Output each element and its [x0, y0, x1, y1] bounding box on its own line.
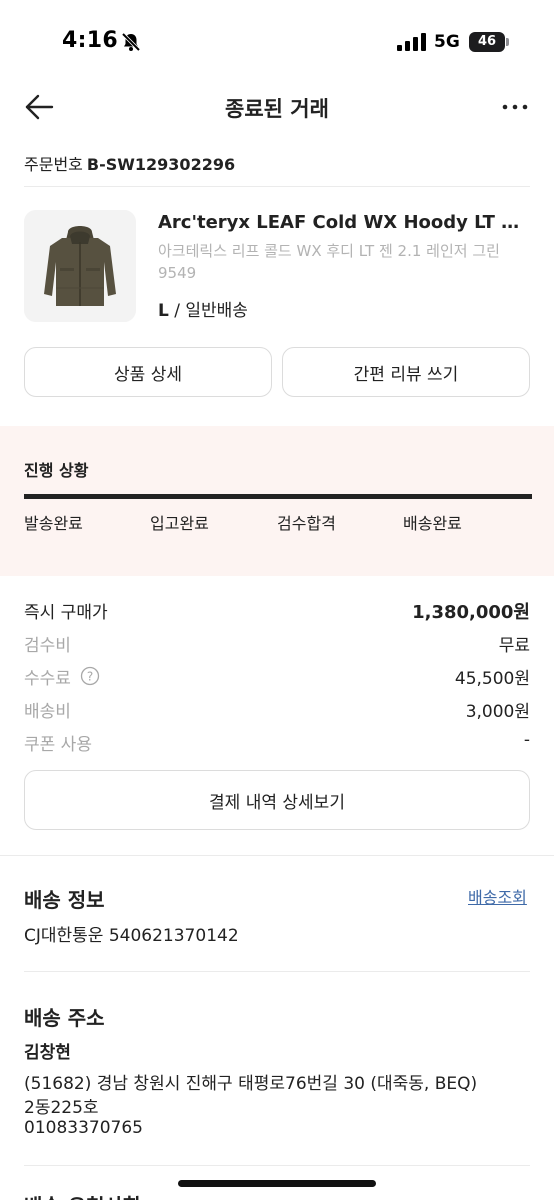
option-separator: / [168, 301, 186, 321]
price-value: 무료 [498, 636, 530, 656]
price-value: 3,000원 [465, 702, 530, 722]
svg-text:?: ? [87, 670, 93, 684]
price-label: 쿠폰 사용 [24, 735, 92, 755]
progress-bar [24, 494, 532, 499]
progress-step: 입고완료 [150, 514, 209, 533]
product-name-korean: 아크테릭스 리프 콜드 WX 후디 LT 젠 2.1 레인저 그린 [158, 242, 500, 260]
order-number-label: 주문번호 [24, 155, 83, 174]
product-detail-button[interactable]: 상품 상세 [24, 347, 272, 397]
price-value: 1,380,000원 [412, 602, 530, 623]
track-shipment-link[interactable]: 배송조회 [468, 884, 527, 908]
home-indicator[interactable] [178, 1180, 376, 1187]
payment-detail-button[interactable]: 결제 내역 상세보기 [24, 770, 530, 830]
price-label: 검수비 [24, 636, 71, 656]
product-name[interactable]: Arc'teryx LEAF Cold WX Hoody LT Gen 2.1 … [158, 212, 533, 233]
progress-section: 진행 상황 발송완료 입고완료 검수합격 배송완료 [0, 426, 554, 576]
price-row-commission: 수수료 ? 45,500원 [24, 664, 530, 689]
shipping-type: 일반배송 [185, 301, 248, 321]
top-nav: 종료된 거래 [0, 84, 554, 130]
question-circle-icon[interactable]: ? [80, 666, 100, 686]
status-bar: 4:16 5G 46 [0, 0, 554, 84]
progress-step: 발송완료 [24, 514, 83, 533]
product-code: 9549 [158, 264, 197, 282]
address-line-2: 2동225호 [24, 1098, 99, 1118]
next-section-title: 배송 요청사항 [24, 1190, 141, 1200]
divider [24, 971, 530, 972]
write-review-button[interactable]: 간편 리뷰 쓰기 [282, 347, 530, 397]
recipient-phone: 01083370765 [24, 1118, 143, 1138]
price-row-inspection-fee: 검수비 무료 [24, 631, 530, 656]
recipient-name: 김창현 [24, 1043, 71, 1063]
divider [0, 855, 554, 856]
battery-icon: 46 [469, 32, 505, 52]
divider [24, 1165, 530, 1166]
progress-title: 진행 상황 [24, 461, 89, 480]
tracking-number: CJ대한통운 540621370142 [24, 926, 239, 946]
price-row-coupon: 쿠폰 사용 - [24, 730, 530, 755]
more-options-icon[interactable] [500, 94, 530, 120]
price-label: 즉시 구매가 [24, 603, 108, 623]
price-label: 배송비 [24, 702, 71, 722]
price-value: 45,500원 [454, 669, 530, 689]
price-value: - [523, 730, 530, 750]
order-number-value: B-SW129302296 [86, 155, 236, 174]
battery-level: 46 [477, 34, 497, 49]
network-type: 5G [434, 32, 460, 52]
jacket-image [24, 210, 136, 322]
progress-step: 검수합격 [277, 514, 336, 533]
address-line-1: (51682) 경남 창원시 진해구 태평로76번길 30 (대죽동, BEQ) [24, 1074, 478, 1094]
product-image[interactable] [24, 210, 136, 322]
page-title: 종료된 거래 [225, 97, 329, 121]
shipping-info-title: 배송 정보 [24, 888, 105, 912]
order-number: 주문번호 B-SW129302296 [24, 151, 235, 175]
product-option: L / 일반배송 [158, 296, 248, 321]
bell-slash-icon [121, 32, 141, 52]
cellular-signal-icon [397, 33, 426, 51]
price-label: 수수료 [24, 669, 71, 689]
battery-tip [506, 38, 509, 46]
status-time: 4:16 [62, 28, 118, 53]
price-row-shipping-fee: 배송비 3,000원 [24, 697, 530, 722]
progress-step: 배송완료 [403, 514, 462, 533]
price-row-instant-buy: 즉시 구매가 1,380,000원 [24, 598, 530, 623]
product-size: L [158, 301, 169, 321]
divider [24, 186, 530, 187]
shipping-address-title: 배송 주소 [24, 1006, 105, 1030]
